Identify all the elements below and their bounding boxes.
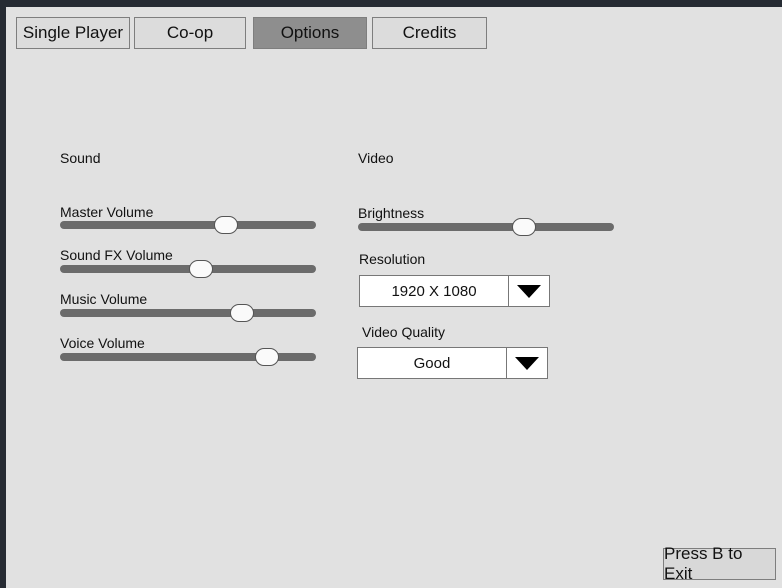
triangle-down-icon	[515, 356, 539, 370]
slider-knob[interactable]	[255, 348, 280, 366]
tab-co-op[interactable]: Co-op	[134, 17, 246, 49]
sound-section-title: Sound	[60, 150, 101, 166]
exit-button[interactable]: Press B to Exit	[663, 544, 776, 583]
slider-knob[interactable]	[214, 216, 239, 234]
sound-fx-volume-slider[interactable]	[60, 260, 316, 278]
resolution-dropdown-button[interactable]	[508, 276, 549, 306]
music-volume-slider[interactable]	[60, 304, 316, 322]
video-quality-value: Good	[413, 354, 451, 372]
tab-label: Credits	[402, 23, 457, 42]
video-quality-dropdown-button[interactable]	[506, 348, 547, 378]
slider-track	[358, 223, 614, 231]
options-panel: Single Player Co-op Options Credits Soun…	[6, 7, 782, 588]
resolution-value: 1920 X 1080	[391, 282, 477, 300]
tab-credits[interactable]: Credits	[372, 17, 487, 49]
tab-label: Options	[280, 23, 340, 42]
tab-label: Single Player	[22, 23, 124, 42]
triangle-down-icon	[517, 284, 541, 298]
master-volume-slider[interactable]	[60, 216, 316, 234]
video-quality-label: Video Quality	[362, 324, 446, 340]
exit-button-label: Press B to Exit	[664, 544, 743, 583]
video-quality-dropdown[interactable]: Good	[357, 347, 548, 379]
tab-label: Co-op	[166, 23, 214, 42]
video-section-title: Video	[358, 150, 394, 166]
slider-knob[interactable]	[512, 218, 537, 236]
voice-volume-slider[interactable]	[60, 348, 316, 366]
slider-track	[60, 309, 316, 317]
tab-options[interactable]: Options	[253, 17, 367, 49]
slider-track	[60, 221, 316, 229]
tab-single-player[interactable]: Single Player	[16, 17, 130, 49]
resolution-label: Resolution	[359, 251, 426, 267]
resolution-dropdown[interactable]: 1920 X 1080	[359, 275, 550, 307]
brightness-slider[interactable]	[358, 218, 614, 236]
slider-knob[interactable]	[229, 304, 254, 322]
slider-knob[interactable]	[188, 260, 213, 278]
